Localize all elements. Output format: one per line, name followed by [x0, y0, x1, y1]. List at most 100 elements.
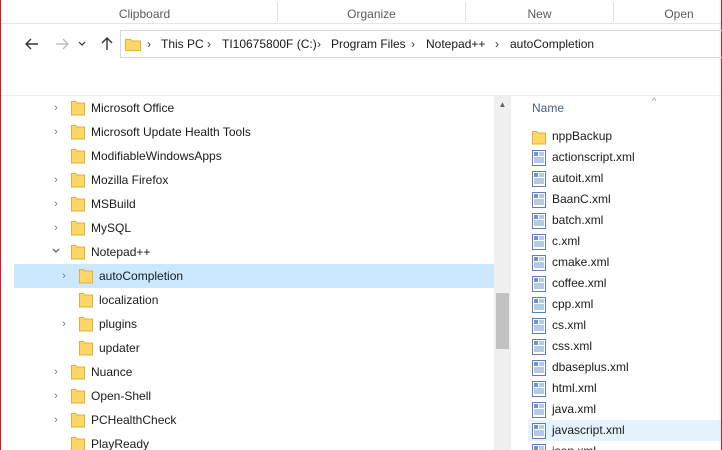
file-name: actionscript.xml — [552, 150, 635, 164]
sort-ascending-caret-icon: ^ — [652, 96, 657, 106]
folder-icon — [79, 340, 93, 356]
file-row[interactable]: cmake.xml — [528, 252, 721, 273]
scroll-up-arrow-icon[interactable]: ▲ — [494, 96, 511, 113]
toolbar-spacer — [1, 66, 721, 96]
breadcrumb-chevron-icon[interactable]: › — [147, 31, 151, 57]
xml-file-icon — [532, 234, 546, 250]
breadcrumb-notepadpp[interactable]: Notepad++ — [426, 31, 485, 57]
file-name: dbaseplus.xml — [552, 360, 629, 374]
file-name: coffee.xml — [552, 276, 607, 290]
folder-icon — [71, 436, 85, 450]
tree-item[interactable]: › Microsoft Office — [1, 96, 494, 120]
tree-item-selected[interactable]: › autoCompletion — [14, 264, 494, 288]
file-row[interactable]: html.xml — [528, 378, 721, 399]
tree-item[interactable]: › MSBuild — [1, 192, 494, 216]
xml-file-icon — [532, 150, 546, 166]
ribbon-group-organize: Organize — [347, 7, 396, 21]
file-row[interactable]: cpp.xml — [528, 294, 721, 315]
xml-file-icon — [532, 192, 546, 208]
breadcrumb-chevron-icon[interactable]: › — [411, 31, 415, 57]
breadcrumb-chevron-icon[interactable]: › — [317, 31, 321, 57]
file-row[interactable]: cs.xml — [528, 315, 721, 336]
xml-file-icon — [532, 255, 546, 271]
chevron-right-icon[interactable]: › — [51, 102, 61, 114]
tree-item[interactable]: › Open-Shell — [1, 384, 494, 408]
chevron-right-icon[interactable]: › — [51, 414, 61, 426]
tree-item-label: Microsoft Update Health Tools — [91, 125, 251, 139]
folder-icon — [71, 196, 85, 212]
tree-item-label: Mozilla Firefox — [91, 173, 169, 187]
tree-item-label: PlayReady — [91, 437, 150, 450]
breadcrumb-chevron-icon[interactable]: › — [495, 31, 499, 57]
address-bar[interactable]: › This PC › TI10675800F (C:) › Program F… — [120, 30, 722, 58]
file-name: json.xml — [552, 441, 596, 450]
column-header-name[interactable]: Name — [532, 100, 564, 116]
file-row[interactable]: coffee.xml — [528, 273, 721, 294]
file-name: c.xml — [552, 234, 580, 248]
navigation-tree[interactable]: › Microsoft Office › Microsoft Update He… — [1, 96, 494, 450]
tree-item[interactable]: › MySQL — [1, 216, 494, 240]
breadcrumb-autocompletion[interactable]: autoCompletion — [510, 31, 594, 57]
file-row[interactable]: java.xml — [528, 399, 721, 420]
file-name: javascript.xml — [552, 423, 625, 437]
chevron-right-icon[interactable]: › — [59, 270, 69, 282]
ribbon-group-labels: Clipboard Organize New Open — [1, 0, 721, 24]
tree-item[interactable]: ModifiableWindowsApps — [1, 144, 494, 168]
tree-item-label: localization — [99, 293, 159, 307]
file-row[interactable]: json.xml — [528, 441, 721, 450]
tree-item-label: Open-Shell — [91, 389, 152, 403]
file-row[interactable]: batch.xml — [528, 210, 721, 231]
xml-file-icon — [532, 276, 546, 292]
chevron-down-icon[interactable] — [75, 33, 89, 55]
tree-item[interactable]: › Microsoft Update Health Tools — [1, 120, 494, 144]
tree-scrollbar[interactable]: ▲ — [494, 96, 511, 450]
xml-file-icon — [532, 402, 546, 418]
chevron-right-icon[interactable]: › — [51, 222, 61, 234]
tree-item[interactable]: localization — [1, 288, 494, 312]
breadcrumb-drive[interactable]: TI10675800F (C:) — [222, 31, 317, 57]
chevron-right-icon[interactable]: › — [51, 126, 61, 138]
chevron-right-icon[interactable]: › — [59, 318, 69, 330]
file-row[interactable]: autoit.xml — [528, 168, 721, 189]
chevron-right-icon[interactable]: › — [51, 174, 61, 186]
chevron-right-icon[interactable]: › — [51, 198, 61, 210]
folder-icon — [71, 412, 85, 428]
up-arrow-icon[interactable] — [96, 33, 118, 55]
xml-file-icon — [532, 381, 546, 397]
tree-item-label: MSBuild — [91, 197, 136, 211]
chevron-right-icon[interactable]: › — [51, 390, 61, 402]
tree-item[interactable]: PlayReady — [1, 432, 494, 450]
xml-file-icon — [532, 213, 546, 229]
file-row[interactable]: actionscript.xml — [528, 147, 721, 168]
tree-item[interactable]: Notepad++ — [1, 240, 494, 264]
breadcrumb-chevron-icon[interactable]: › — [207, 31, 211, 57]
file-row[interactable]: BaanC.xml — [528, 189, 721, 210]
file-row[interactable]: css.xml — [528, 336, 721, 357]
tree-item[interactable]: › Nuance — [1, 360, 494, 384]
tree-item[interactable]: › Mozilla Firefox — [1, 168, 494, 192]
scrollbar-thumb[interactable] — [496, 293, 509, 349]
file-name: css.xml — [552, 339, 592, 353]
breadcrumb-program-files[interactable]: Program Files — [331, 31, 406, 57]
tree-item[interactable]: › plugins — [1, 312, 494, 336]
ribbon-group-open: Open — [664, 7, 694, 21]
tree-item-label: ModifiableWindowsApps — [91, 149, 222, 163]
tree-item[interactable]: updater — [1, 336, 494, 360]
file-row[interactable]: dbaseplus.xml — [528, 357, 721, 378]
back-arrow-icon[interactable] — [21, 33, 43, 55]
file-row[interactable]: nppBackup — [528, 126, 721, 147]
xml-file-icon — [532, 171, 546, 187]
breadcrumb-this-pc[interactable]: This PC — [161, 31, 204, 57]
tree-item-label: autoCompletion — [99, 269, 184, 283]
chevron-down-icon[interactable] — [51, 246, 61, 258]
file-list[interactable]: Name ^ nppBackup actionscript.xml autoit… — [512, 96, 721, 450]
tree-item[interactable]: › PCHealthCheck — [1, 408, 494, 432]
file-row[interactable]: c.xml — [528, 231, 721, 252]
folder-icon — [71, 388, 85, 404]
folder-icon — [71, 124, 85, 140]
forward-arrow-icon[interactable] — [51, 33, 73, 55]
folder-icon — [532, 129, 546, 145]
folder-icon — [79, 316, 93, 332]
file-row-hovered[interactable]: javascript.xml — [528, 420, 721, 441]
chevron-right-icon[interactable]: › — [51, 366, 61, 378]
